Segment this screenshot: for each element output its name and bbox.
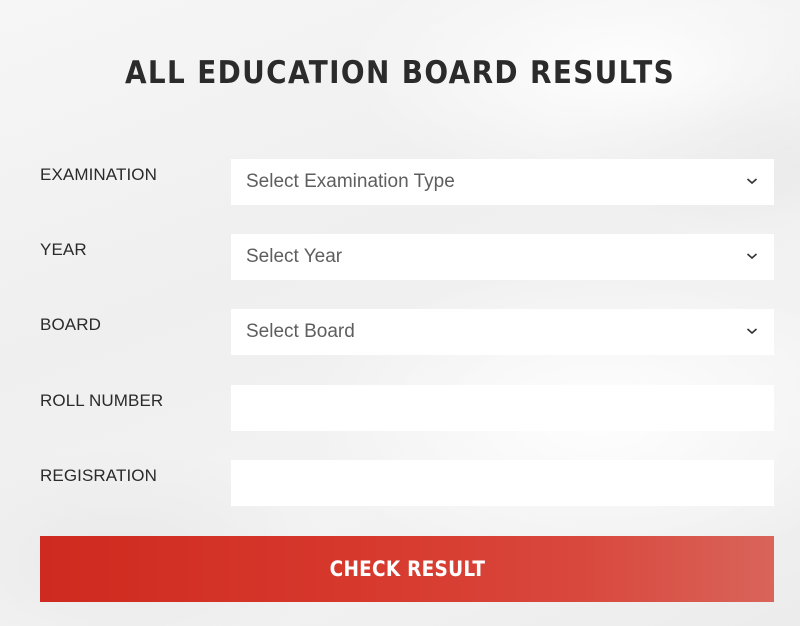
board-label: BOARD: [40, 315, 101, 334]
year-label: YEAR: [40, 240, 87, 259]
board-select[interactable]: Select Board: [231, 309, 774, 355]
registration-row: REGISRATION: [40, 460, 774, 506]
roll-number-row: ROLL NUMBER: [40, 385, 774, 431]
roll-number-label: ROLL NUMBER: [40, 391, 164, 410]
result-form: ALL EDUCATION BOARD RESULTS EXAMINATION …: [0, 0, 800, 626]
year-row: YEAR Select Year: [40, 234, 774, 280]
board-row: BOARD Select Board: [40, 309, 774, 355]
examination-row: EXAMINATION Select Examination Type: [40, 159, 774, 205]
registration-label: REGISRATION: [40, 466, 157, 485]
chevron-down-icon: [746, 326, 758, 336]
year-select-value: Select Year: [246, 246, 343, 267]
check-result-label: CHECK RESULT: [329, 557, 485, 581]
chevron-down-icon: [746, 176, 758, 186]
registration-input[interactable]: [231, 460, 774, 506]
examination-label: EXAMINATION: [40, 165, 157, 184]
examination-select[interactable]: Select Examination Type: [231, 159, 774, 205]
chevron-down-icon: [746, 251, 758, 261]
page-title: ALL EDUCATION BOARD RESULTS: [124, 55, 676, 91]
check-result-button[interactable]: CHECK RESULT: [40, 536, 774, 602]
year-select[interactable]: Select Year: [231, 234, 774, 280]
board-select-value: Select Board: [246, 321, 355, 342]
roll-number-input[interactable]: [231, 385, 774, 431]
examination-select-value: Select Examination Type: [246, 171, 455, 192]
